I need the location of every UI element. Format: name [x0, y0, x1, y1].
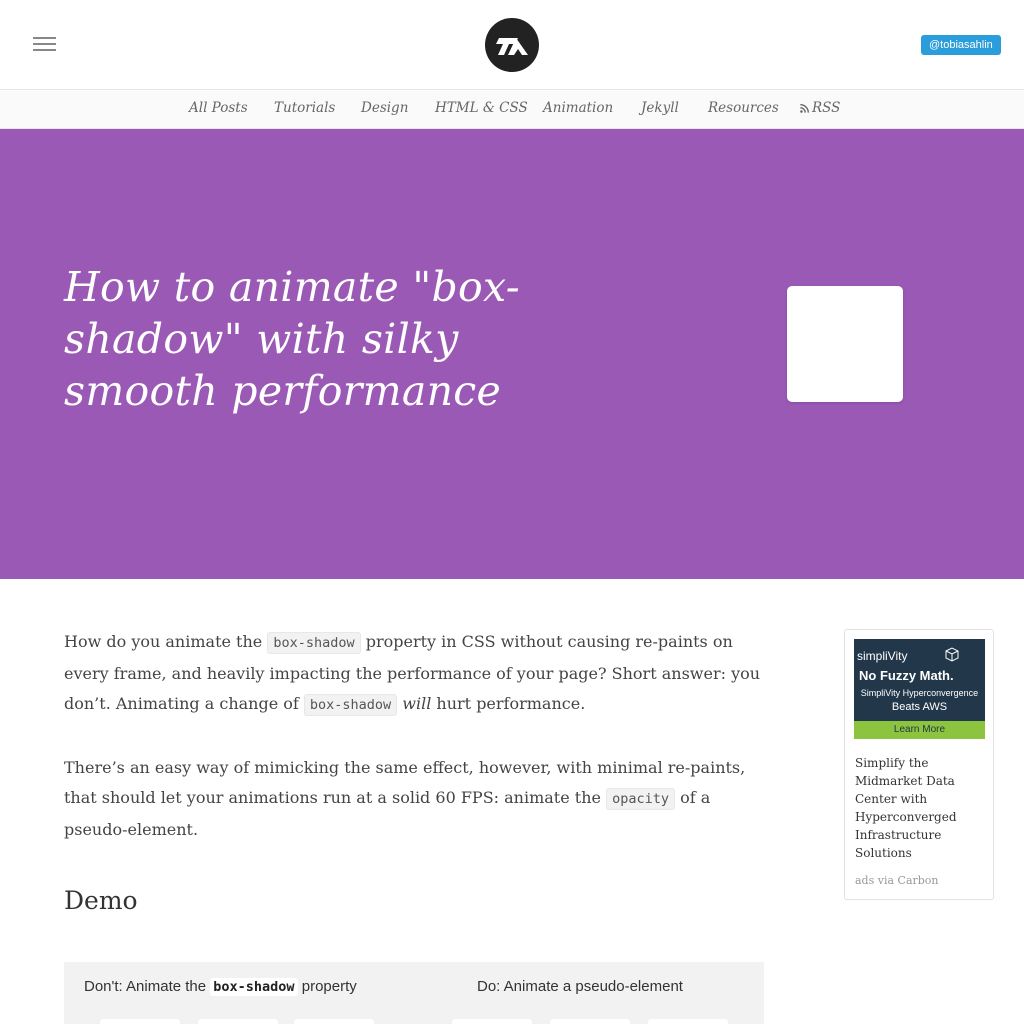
section-heading-demo: Demo	[64, 886, 138, 915]
nav-item-all-posts[interactable]: All Posts	[189, 91, 248, 129]
ad-headline: No Fuzzy Math.	[859, 668, 954, 683]
twitter-follow-button[interactable]: @tobiasahlin	[921, 35, 1001, 55]
hero-demo-box[interactable]	[787, 286, 903, 402]
demo-box[interactable]	[648, 1019, 728, 1024]
text: How do you animate the	[64, 632, 268, 651]
rss-label: RSS	[812, 100, 841, 116]
demo-label-do: Do: Animate a pseudo-element	[477, 978, 683, 995]
demo-panel: Don't: Animate the box-shadow property D…	[64, 962, 764, 1024]
text: Don't: Animate the	[84, 978, 211, 995]
carbon-ad: simpliVity No Fuzzy Math. SimpliVity Hyp…	[844, 629, 994, 900]
ad-learn-more-button[interactable]: Learn More	[854, 721, 985, 739]
ad-subline-2: Beats AWS	[891, 701, 948, 713]
ad-subline: SimpliVity Hyperconvergence	[860, 688, 979, 698]
inline-code: box-shadow	[267, 632, 361, 654]
nav-item-tutorials[interactable]: Tutorials	[274, 91, 335, 129]
rss-icon	[800, 104, 809, 113]
category-nav: All Posts Tutorials Design HTML & CSS An…	[0, 91, 1024, 129]
hero-banner: How to animate "box-shadow" with silky s…	[0, 129, 1024, 579]
menu-line	[33, 37, 56, 39]
cube-icon	[945, 647, 959, 662]
nav-item-html-css[interactable]: HTML & CSS	[435, 91, 528, 129]
page-title: How to animate "box-shadow" with silky s…	[64, 263, 520, 415]
nav-item-resources[interactable]: Resources	[708, 91, 779, 129]
demo-box[interactable]	[100, 1019, 180, 1024]
menu-line	[33, 49, 56, 51]
paragraph: How do you animate the box-shadow proper…	[64, 627, 764, 721]
text: hurt performance.	[431, 694, 586, 713]
inline-code: box-shadow	[210, 978, 298, 996]
demo-box[interactable]	[198, 1019, 278, 1024]
nav-item-jekyll[interactable]: Jekyll	[641, 91, 679, 129]
nav-item-animation[interactable]: Animation	[543, 91, 613, 129]
demo-box[interactable]	[294, 1019, 374, 1024]
ta-logo-icon[interactable]	[485, 18, 539, 72]
hamburger-menu-icon[interactable]	[33, 36, 57, 52]
demo-box[interactable]	[452, 1019, 532, 1024]
menu-line	[33, 43, 56, 45]
logo-mark	[496, 38, 528, 55]
ad-attribution[interactable]: ads via Carbon	[855, 874, 939, 887]
nav-item-rss[interactable]: RSS	[800, 91, 840, 129]
inline-code: opacity	[606, 788, 675, 810]
site-header: @tobiasahlin	[0, 0, 1024, 90]
ad-image[interactable]: simpliVity No Fuzzy Math. SimpliVity Hyp…	[854, 639, 985, 739]
ad-text-link[interactable]: Simplify the Midmarket Data Center with …	[855, 754, 985, 862]
demo-label-dont: Don't: Animate the box-shadow property	[84, 978, 357, 996]
inline-code: box-shadow	[303, 694, 398, 716]
paragraph: There’s an easy way of mimicking the sam…	[64, 753, 764, 846]
demo-box[interactable]	[550, 1019, 630, 1024]
emphasis: will	[402, 694, 432, 713]
nav-item-design[interactable]: Design	[361, 91, 408, 129]
article-body: How do you animate the box-shadow proper…	[64, 627, 764, 877]
text: property	[297, 978, 357, 995]
ad-brand: simpliVity	[857, 649, 908, 663]
